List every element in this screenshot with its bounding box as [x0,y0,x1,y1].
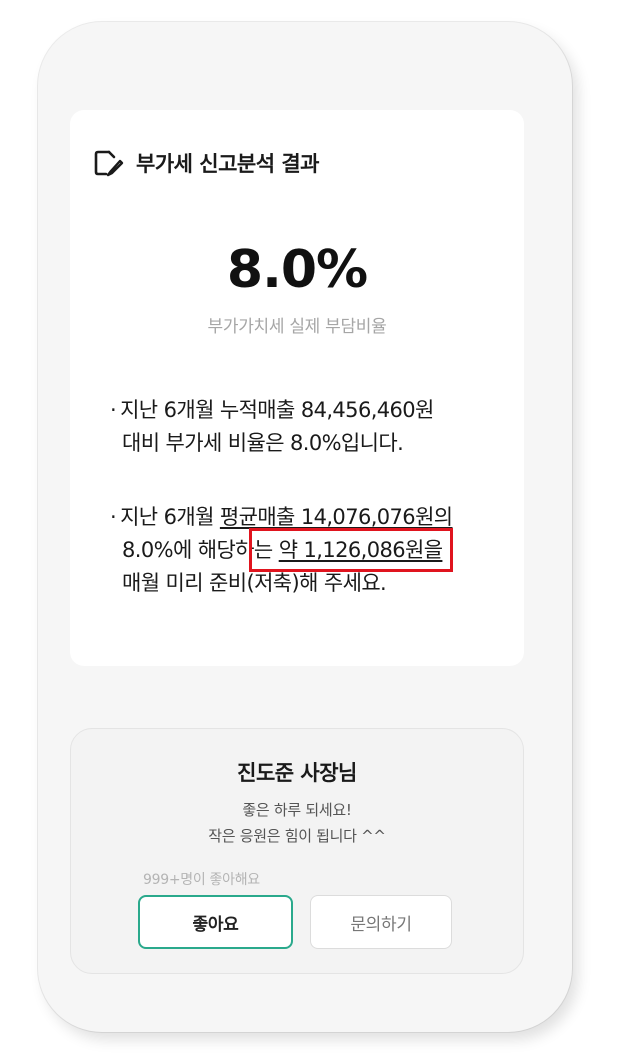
phone-frame: 부가세 신고분석 결과 8.0% 부가가치세 실제 부담비율 · 지난 6개월 누… [38,22,572,1032]
card-header: 부가세 신고분석 결과 [94,148,320,178]
inquiry-button[interactable]: 문의하기 [310,895,452,949]
bullet-text: 지난 6개월 [120,505,220,529]
average-sales-text: 평균매출 14,076,076원의 [219,505,453,529]
vat-ratio-caption: 부가가치세 실제 부담비율 [207,317,387,337]
card-title: 부가세 신고분석 결과 [136,152,320,176]
bullet-marker: · [110,398,117,422]
like-count: 999+명이 좋아해요 [143,872,260,888]
owner-name: 진도준 사장님 [237,761,357,785]
bullet-text: 지난 6개월 누적매출 84,456,460원 [120,398,434,422]
summary-bullet-cumulative: · 지난 6개월 누적매출 84,456,460원 대비 부가세 비율은 8.0%… [110,394,510,460]
like-button[interactable]: 좋아요 [138,895,293,949]
bullet-marker: · [110,505,117,529]
owner-greeting-card: 진도준 사장님 좋은 하루 되세요! 작은 응원은 힘이 됩니다 ^^ 999+… [70,728,524,974]
greeting-line: 작은 응원은 힘이 됩니다 ^^ [208,827,386,845]
vat-report-card: 부가세 신고분석 결과 8.0% 부가가치세 실제 부담비율 · 지난 6개월 누… [70,110,524,666]
edit-document-icon [94,149,124,177]
greeting-message: 좋은 하루 되세요! 작은 응원은 힘이 됩니다 ^^ [71,797,523,849]
bullet-text: 대비 부가세 비율은 8.0%입니다. [122,431,404,455]
greeting-line: 좋은 하루 되세요! [242,801,352,819]
highlight-box [249,528,453,572]
vat-ratio-value: 8.0% [226,240,368,300]
